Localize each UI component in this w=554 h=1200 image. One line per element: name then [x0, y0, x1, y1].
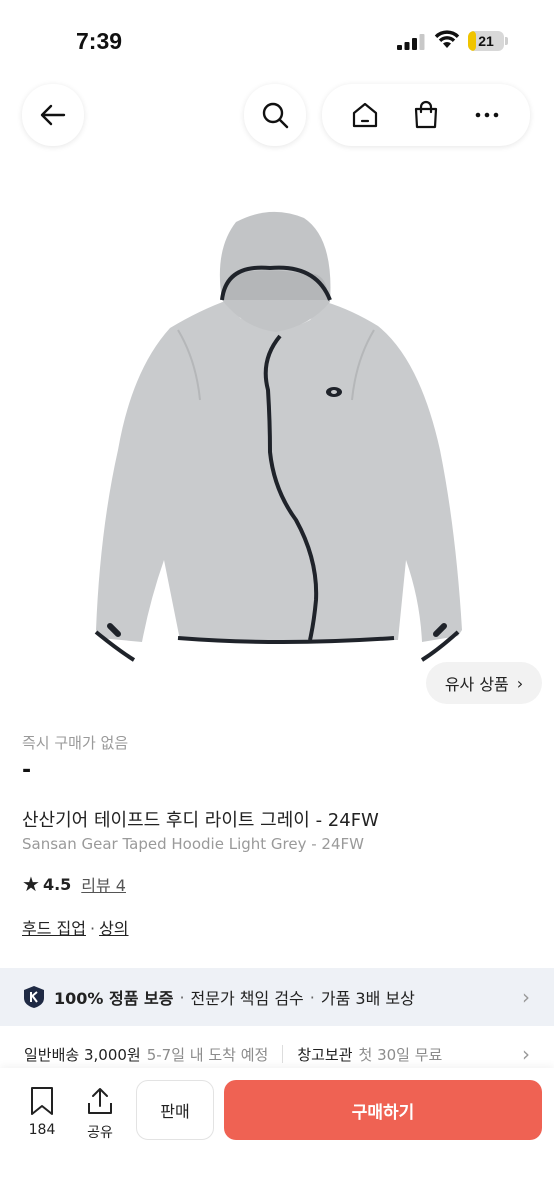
home-button[interactable] — [345, 95, 385, 135]
arrow-left-icon — [40, 104, 66, 126]
product-title-ko: 산산기어 테이프드 후디 라이트 그레이 - 24FW — [22, 810, 379, 831]
guarantee-authentic: 100% 정품 보증 — [54, 989, 174, 1008]
shopping-bag-icon — [414, 100, 438, 129]
share-button[interactable]: 공유 — [80, 1086, 120, 1142]
breadcrumb-separator: · — [89, 919, 96, 938]
standard-delivery-label: 일반배송 3,000원 — [24, 1045, 141, 1064]
price: - — [22, 758, 32, 783]
search-button[interactable] — [244, 84, 306, 146]
buy-button[interactable]: 구매하기 — [224, 1080, 542, 1140]
storage-note: 첫 30일 무료 — [358, 1045, 443, 1064]
bookmark-button[interactable]: 184 — [22, 1086, 62, 1138]
battery-indicator: 21 — [468, 31, 508, 51]
category-link-hood-zipup[interactable]: 후드 집업 — [22, 919, 86, 938]
status-time: 7:39 — [76, 28, 123, 54]
guarantee-inspection: 전문가 책임 검수 — [190, 989, 304, 1008]
share-label: 공유 — [87, 1125, 113, 1141]
kream-shield-icon — [24, 986, 44, 1008]
category-link-top[interactable]: 상의 — [99, 919, 128, 938]
bookmark-icon — [31, 1087, 53, 1115]
sell-button[interactable]: 판매 — [136, 1080, 214, 1140]
cart-button[interactable] — [406, 95, 446, 135]
battery-level: 21 — [478, 33, 494, 49]
wifi-icon — [434, 30, 460, 48]
bookmark-count: 184 — [28, 1122, 56, 1138]
cellular-signal-icon — [397, 34, 425, 50]
divider — [282, 1045, 284, 1063]
chevron-right-icon: › — [522, 985, 530, 1009]
instant-purchase-label: 즉시 구매가 없음 — [22, 734, 129, 752]
search-icon — [262, 102, 289, 129]
guarantee-separator: · — [179, 987, 185, 1007]
reviews-link[interactable]: 리뷰 4 — [81, 872, 126, 896]
storage-label: 창고보관 — [297, 1045, 353, 1064]
home-icon — [352, 102, 377, 128]
star-icon: ★ — [22, 872, 40, 896]
delivery-info[interactable]: 일반배송 3,000원 5-7일 내 도착 예정 창고보관 첫 30일 무료 › — [0, 1036, 554, 1072]
status-bar: 7:39 21 — [0, 0, 554, 84]
similar-products-label: 유사 상품 — [444, 675, 509, 694]
guarantee-banner[interactable]: 100% 정품 보증 · 전문가 책임 검수 · 가품 3배 보상 › — [0, 968, 554, 1026]
more-button[interactable] — [467, 95, 507, 135]
back-button[interactable] — [22, 84, 84, 146]
more-horizontal-icon — [476, 112, 499, 118]
chevron-right-icon: › — [516, 673, 524, 693]
rating: ★ 4.5 리뷰 4 — [22, 872, 126, 896]
product-image[interactable] — [0, 160, 554, 720]
guarantee-separator: · — [309, 987, 315, 1007]
rating-score: 4.5 — [42, 874, 72, 894]
product-title-en: Sansan Gear Taped Hoodie Light Grey - 24… — [22, 835, 364, 853]
guarantee-compensation: 가품 3배 보상 — [320, 989, 415, 1008]
breadcrumb: 후드 집업 · 상의 — [22, 915, 129, 939]
nav-actions — [322, 84, 530, 146]
standard-delivery-eta: 5-7일 내 도착 예정 — [146, 1045, 269, 1064]
similar-products-button[interactable]: 유사 상품 › — [426, 662, 542, 704]
chevron-right-icon: › — [522, 1042, 530, 1066]
bottom-action-bar: 184 공유 판매 구매하기 — [0, 1068, 554, 1200]
share-icon — [88, 1088, 112, 1114]
